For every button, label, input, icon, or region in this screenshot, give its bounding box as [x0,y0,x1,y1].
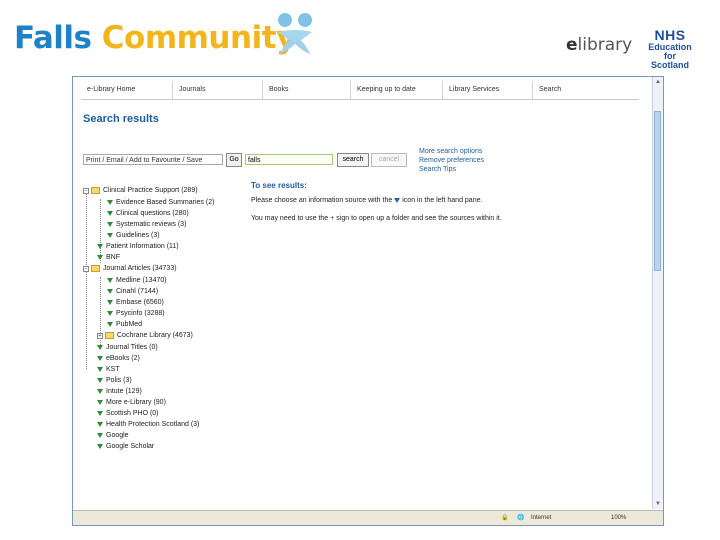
filter-icon [107,233,113,238]
folder-icon [91,265,100,272]
filter-icon [107,311,113,316]
collapse-icon[interactable]: − [83,265,89,272]
tree-item-medline[interactable]: Medline (13470) [107,275,167,286]
tree-item-guidelines[interactable]: Guidelines (3) [107,230,160,241]
tree-item-more-elibrary[interactable]: More e-Library (90) [97,397,166,408]
instructions-line-1: Please choose an information source with… [251,197,483,204]
link-search-tips[interactable]: Search Tips [419,165,484,174]
filter-icon [97,244,103,249]
tree-item-journal-titles[interactable]: Journal Titles (0) [97,342,158,353]
collapse-icon[interactable]: − [83,187,89,194]
filter-icon [107,300,113,305]
scroll-up-icon[interactable]: ▲ [654,78,662,86]
tree-item-intute[interactable]: Intute (129) [97,386,142,397]
filter-icon [107,200,113,205]
search-button[interactable]: search [337,153,369,167]
tree-item-cochrane-library[interactable]: + Cochrane Library (4673) [97,330,193,341]
go-button[interactable]: Go [226,153,242,167]
vertical-scrollbar[interactable]: ▲ ▼ [652,77,663,509]
elibrary-logo: elibrary [566,35,633,55]
title-falls: Falls [14,20,92,56]
lock-icon: 🔒 [501,515,509,521]
people-logo-icon [278,13,312,54]
tree-item-psycinfo[interactable]: Psycinfo (3288) [107,308,165,319]
globe-icon: 🌐 [517,515,525,521]
nav-books[interactable]: Books [263,81,351,99]
tree-item-scottish-pho[interactable]: Scottish PHO (0) [97,408,159,419]
search-input[interactable]: falls [245,154,333,165]
nhs-logo: NHS Education for Scotland [646,28,694,70]
filter-icon [97,378,103,383]
tree-item-bnf[interactable]: BNF [97,252,120,263]
filter-icon [97,411,103,416]
filter-icon [97,367,103,372]
status-zoom[interactable]: 100% [611,511,626,525]
tree-item-google-scholar[interactable]: Google Scholar [97,441,154,452]
filter-icon [97,255,103,260]
tree-item-clinical-practice-support[interactable]: − Clinical Practice Support (289) [83,185,198,196]
filter-icon [97,433,103,438]
search-options-links: More search options Remove preferences S… [419,147,484,174]
filter-icon [97,345,103,350]
instructions-title: To see results: [251,181,307,190]
tree-item-google[interactable]: Google [97,430,129,441]
nav-library-services[interactable]: Library Services [443,81,533,99]
community-title: Falls Community [14,20,296,56]
nav-journals[interactable]: Journals [173,81,263,99]
nav-keeping-up-to-date[interactable]: Keeping up to date [351,81,443,99]
filter-icon [107,322,113,327]
tree-item-health-protection-scotland[interactable]: Health Protection Scotland (3) [97,419,199,430]
status-bar: 🔒 🌐 Internet 100% [73,510,663,525]
tree-item-clinical-questions[interactable]: Clinical questions (280) [107,208,189,219]
tree-item-journal-articles[interactable]: − Journal Articles (34733) [83,263,177,274]
filter-icon [97,356,103,361]
filter-icon [107,278,113,283]
action-select[interactable]: Print / Email / Add to Favourite / Save [83,154,223,165]
filter-icon [107,289,113,294]
page-title: Search results [83,113,159,125]
nhs-line-scotland: Scotland [650,60,689,70]
filter-icon [97,400,103,405]
instructions-line-2: You may need to use the + sign to open up … [251,215,502,222]
tree-item-pubmed[interactable]: PubMed [107,319,142,330]
tree-item-systematic-reviews[interactable]: Systematic reviews (3) [107,219,186,230]
browser-window: e-Library Home Journals Books Keeping up… [72,76,664,526]
filter-icon [394,198,401,203]
nav-search[interactable]: Search [533,81,639,99]
link-remove-preferences[interactable]: Remove preferences [419,156,484,165]
nav-elibrary-home[interactable]: e-Library Home [81,81,173,99]
folder-icon [105,332,114,339]
filter-icon [97,389,103,394]
tree-item-patient-information[interactable]: Patient Information (11) [97,241,179,252]
filter-icon [97,444,103,449]
title-community: Community [101,20,296,56]
plus-icon: + [330,215,335,222]
tree-item-polis[interactable]: Polis (3) [97,375,132,386]
nhs-mark: NHS [654,27,686,43]
filter-icon [107,222,113,227]
scroll-down-icon[interactable]: ▼ [654,500,662,508]
tree-item-kst[interactable]: KST [97,364,120,375]
link-more-search-options[interactable]: More search options [419,147,484,156]
tree-item-embase[interactable]: Embase (6560) [107,297,164,308]
filter-icon [97,422,103,427]
expand-icon[interactable]: + [97,332,103,339]
nav-bar: e-Library Home Journals Books Keeping up… [81,81,639,100]
folder-icon [91,187,100,194]
tree-item-ebooks[interactable]: eBooks (2) [97,353,140,364]
scroll-thumb[interactable] [654,111,661,271]
filter-icon [107,211,113,216]
cancel-button[interactable]: cancel [371,153,407,167]
tree-item-cinahl[interactable]: Cinahl (7144) [107,286,158,297]
status-zone: Internet [531,515,552,521]
tree-item-evidence-summaries[interactable]: Evidence Based Summaries (2) [107,197,214,208]
